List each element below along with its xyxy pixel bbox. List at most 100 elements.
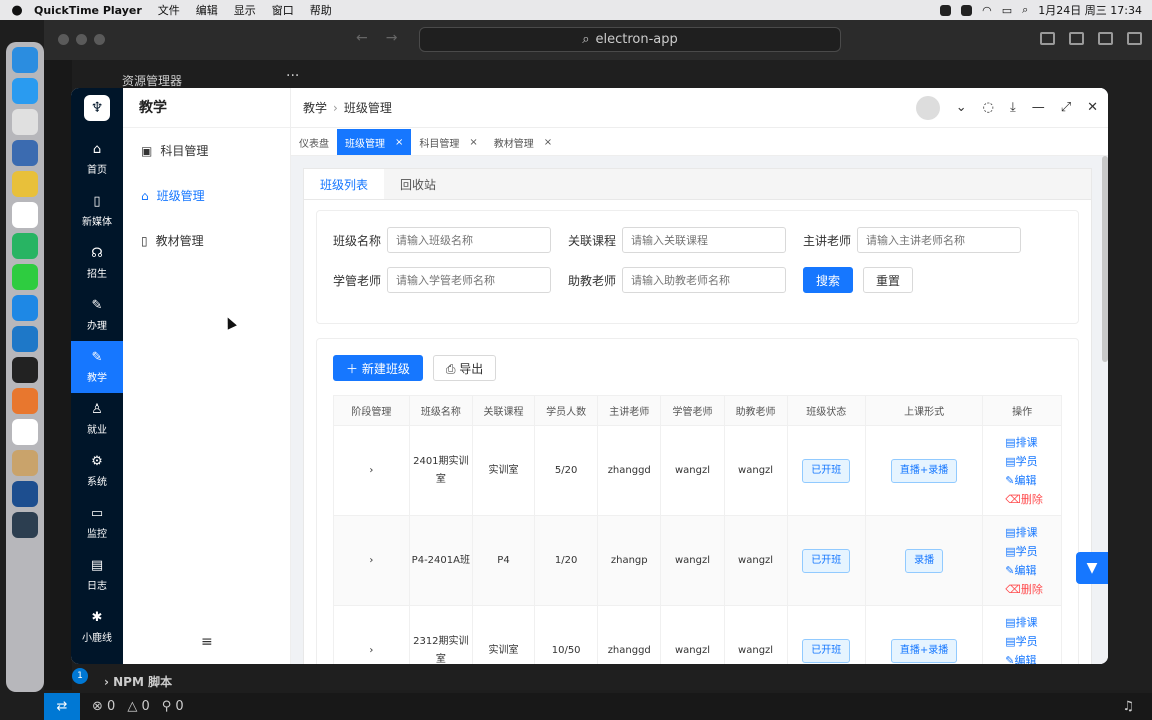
maximize-icon[interactable]: ⤢ — [1061, 100, 1071, 115]
warnings-status[interactable]: △ 0 — [127, 699, 149, 714]
students-link[interactable]: ▤学员 — [1005, 452, 1061, 471]
tab-class-management[interactable]: 班级管理 × — [337, 129, 412, 155]
schedule-link[interactable]: ▤排课 — [1005, 433, 1061, 452]
tab-dashboard[interactable]: 仪表盘 — [291, 129, 337, 155]
nav-logs[interactable]: ▤ 日志 — [71, 549, 123, 601]
more-icon[interactable]: ··· — [286, 68, 299, 84]
apple-icon[interactable]: ● — [0, 3, 34, 18]
avatar[interactable] — [915, 95, 940, 120]
vscode-icon[interactable] — [12, 326, 38, 352]
menu-file[interactable]: 文件 — [158, 2, 180, 18]
battery-icon[interactable]: ▭ — [1002, 4, 1012, 17]
nav-xiaolux[interactable]: ✱ 小鹿线 — [71, 601, 123, 653]
customize-layout-icon[interactable] — [1127, 32, 1142, 45]
nav-monitor[interactable]: ▭ 监控 — [71, 497, 123, 549]
nav-recruit[interactable]: ☊ 招生 — [71, 237, 123, 289]
breadcrumb-root[interactable]: 教学 — [303, 99, 327, 116]
reset-button[interactable]: 重置 — [863, 267, 914, 293]
toggle-sidebar-icon[interactable] — [1040, 32, 1055, 45]
wifi-icon[interactable]: ◠ — [982, 4, 992, 17]
remote-icon[interactable]: ⇄ — [44, 693, 80, 720]
finder-icon[interactable] — [12, 47, 38, 73]
nav-home[interactable]: ⌂ 首页 — [71, 133, 123, 185]
collapse-menu-icon[interactable]: ≡ — [201, 634, 213, 650]
minimize-dot[interactable] — [76, 34, 87, 45]
edit-link[interactable]: ✎编辑 — [1005, 651, 1061, 665]
expand-icon[interactable]: › — [333, 425, 410, 516]
nav-arrows[interactable]: ←→ — [356, 30, 415, 46]
nav-process[interactable]: ✎ 办理 — [71, 289, 123, 341]
tab-close-icon[interactable]: × — [544, 137, 552, 148]
expand-icon[interactable]: › — [333, 515, 410, 606]
errors-status[interactable]: ⊗ 0 — [92, 699, 115, 714]
toggle-secondary-icon[interactable] — [1098, 32, 1113, 45]
schedule-link[interactable]: ▤排课 — [1005, 523, 1061, 542]
app-icon[interactable] — [12, 450, 38, 476]
download-icon[interactable]: ⤓ — [1010, 100, 1016, 115]
students-link[interactable]: ▤学员 — [1005, 542, 1061, 561]
zoom-dot[interactable] — [94, 34, 105, 45]
app-icon[interactable] — [12, 295, 38, 321]
assistant-input[interactable] — [622, 267, 786, 293]
datetime[interactable]: 1月24日 周三 17:34 — [1038, 2, 1142, 18]
bell-icon[interactable]: ♫ — [1122, 699, 1134, 714]
app-icon[interactable] — [12, 512, 38, 538]
wechat-icon[interactable] — [12, 264, 38, 290]
app-menu-name[interactable]: QuickTime Player — [34, 4, 142, 17]
menu-help[interactable]: 帮助 — [310, 2, 332, 18]
hbuilder-icon[interactable] — [12, 233, 38, 259]
menu-edit[interactable]: 编辑 — [196, 2, 218, 18]
course-input[interactable] — [622, 227, 786, 253]
status-icon[interactable] — [961, 4, 973, 16]
safari-icon[interactable] — [12, 78, 38, 104]
record-icon[interactable] — [940, 4, 952, 16]
minimize-icon[interactable]: — — [1032, 100, 1045, 115]
tab-recycle-bin[interactable]: 回收站 — [384, 169, 452, 199]
nav-teaching[interactable]: ✎ 教学 — [71, 341, 123, 393]
expand-icon[interactable]: › — [333, 605, 410, 664]
lecturer-input[interactable] — [857, 227, 1021, 253]
class-name-input[interactable] — [387, 227, 551, 253]
terminal-icon[interactable] — [12, 357, 38, 383]
message-icon[interactable]: ◌ — [983, 100, 994, 115]
close-icon[interactable]: ✕ — [1087, 100, 1098, 115]
npm-scripts-section[interactable]: › NPM 脚本 — [104, 673, 172, 690]
scrollbar[interactable] — [1102, 156, 1108, 362]
launchpad-icon[interactable] — [12, 109, 38, 135]
tab-close-icon[interactable]: × — [469, 137, 477, 148]
submenu-item-textbook[interactable]: ▯ 教材管理 — [123, 218, 290, 263]
delete-link[interactable]: ⌫删除 — [1005, 490, 1061, 509]
tab-textbook-management[interactable]: 教材管理 × — [486, 129, 560, 155]
delete-link[interactable]: ⌫删除 — [1005, 580, 1061, 599]
menu-window[interactable]: 窗口 — [272, 2, 294, 18]
new-class-button[interactable]: ＋ 新建班级 — [333, 355, 423, 381]
sublime-icon[interactable] — [12, 388, 38, 414]
schedule-link[interactable]: ▤排课 — [1005, 613, 1061, 632]
tab-subject-management[interactable]: 科目管理 × — [411, 129, 485, 155]
chrome-icon[interactable] — [12, 171, 38, 197]
electron-app-icon[interactable] — [12, 481, 38, 507]
search-button[interactable]: 搜索 — [803, 267, 854, 293]
export-button[interactable]: ⎙ 导出 — [432, 355, 497, 381]
menu-view[interactable]: 显示 — [234, 2, 256, 18]
submenu-item-subject[interactable]: ▣ 科目管理 — [123, 128, 290, 173]
edit-link[interactable]: ✎编辑 — [1005, 471, 1061, 490]
manager-input[interactable] — [387, 267, 551, 293]
search-icon[interactable]: ⌕ — [1022, 3, 1028, 17]
command-center[interactable]: ⌕ electron-app — [419, 27, 841, 52]
ports-status[interactable]: ⚲ 0 — [162, 699, 184, 714]
edit-link[interactable]: ✎编辑 — [1005, 561, 1061, 580]
app-icon[interactable] — [12, 202, 38, 228]
nav-employment[interactable]: ♙ 就业 — [71, 393, 123, 445]
float-pin-button[interactable]: ▼ — [1076, 552, 1108, 584]
typora-icon[interactable] — [12, 419, 38, 445]
nav-system[interactable]: ⚙ 系统 — [71, 445, 123, 497]
toggle-panel-icon[interactable] — [1069, 32, 1084, 45]
submenu-item-class[interactable]: ⌂ 班级管理 — [123, 173, 290, 218]
students-link[interactable]: ▤学员 — [1005, 632, 1061, 651]
app-icon[interactable] — [12, 140, 38, 166]
tab-class-list[interactable]: 班级列表 — [304, 169, 385, 199]
chevron-down-icon[interactable]: ⌄ — [956, 100, 967, 115]
close-dot[interactable] — [58, 34, 69, 45]
nav-media[interactable]: ▯ 新媒体 — [71, 185, 123, 237]
